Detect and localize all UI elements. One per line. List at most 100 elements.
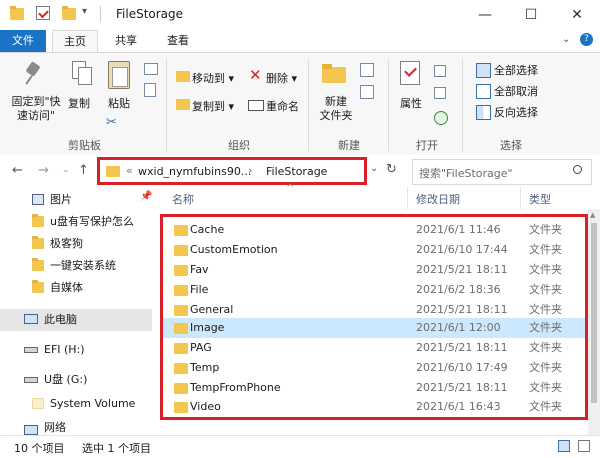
search-box[interactable]: 搜索"FileStorage" [412,159,592,185]
title-bar: ▾ FileStorage — ☐ ✕ [0,0,600,30]
cut-icon[interactable]: ✂ [106,115,117,130]
copy-button[interactable]: 复制 [68,95,90,111]
nav-item-folder[interactable]: 自媒体 [0,277,152,299]
table-row[interactable]: Cache 2021/6/1 11:46 文件夹 [160,220,600,240]
path-segment-wxid[interactable]: wxid_nymfubins90... [138,165,251,178]
column-header-date[interactable]: 修改日期 [416,191,460,207]
history-icon[interactable] [434,111,448,125]
address-dropdown-icon[interactable]: ⌄ [370,163,378,174]
nav-item-efi-drive[interactable]: EFI (H:) [0,339,152,361]
up-arrow-icon[interactable]: ↑ [78,163,89,178]
scrollbar-thumb[interactable] [591,223,597,403]
folder-icon [174,305,188,316]
scroll-up-icon[interactable]: ▲ [590,211,595,219]
file-name: Temp [190,361,220,374]
nav-item-usb-drive[interactable]: U盘 (G:) [0,369,152,391]
file-type: 文件夹 [529,263,562,276]
collapse-ribbon-icon[interactable]: ⌄ [562,34,570,45]
file-date: 2021/6/10 17:44 [416,243,508,256]
new-folder-icon[interactable] [62,6,76,20]
maximize-button[interactable]: ☐ [508,0,554,30]
move-to-button[interactable]: 移动到 ▾ [192,70,234,86]
delete-button[interactable]: 删除 ▾ [266,70,297,86]
path-overflow[interactable]: « [126,164,133,177]
file-date: 2021/5/21 18:11 [416,381,508,394]
item-count: 10 个项目 [14,442,65,455]
navigation-pane: 📌 图片 u盘有写保护怎么 极客狗 一键安装系统 自媒体 此电脑 EFI (H:… [0,187,152,435]
table-row[interactable]: Video 2021/6/1 16:43 文件夹 [160,397,600,417]
column-header-name[interactable]: 名称 [172,191,194,207]
invert-selection-button[interactable]: 反向选择 [494,104,538,120]
nav-item-folder[interactable]: 极客狗 [0,233,152,255]
quick-access-dropdown-icon[interactable]: ▾ [82,6,87,17]
ribbon-tabs: 文件 主页 共享 查看 ⌄ ? [0,30,600,53]
large-icons-view-icon[interactable] [578,440,590,452]
nav-item-this-pc[interactable]: 此电脑 [0,309,152,331]
back-arrow-icon[interactable]: ← [12,163,23,178]
folder-icon [174,265,188,276]
paste-button[interactable]: 粘贴 [108,95,130,111]
tab-file[interactable]: 文件 [0,30,46,52]
nav-item-label: EFI (H:) [44,343,85,356]
tab-view[interactable]: 查看 [156,30,200,52]
column-header-type[interactable]: 类型 [529,191,551,207]
refresh-button[interactable]: ↻ [386,162,397,177]
nav-item-folder[interactable]: System Volume [0,393,152,415]
search-input[interactable]: 搜索"FileStorage" [419,165,513,181]
new-item-icon[interactable] [360,63,374,77]
table-row[interactable]: File 2021/6/2 18:36 文件夹 [160,280,600,300]
path-segment-filestorage[interactable]: FileStorage [266,165,327,178]
file-name: TempFromPhone [190,381,281,394]
file-date: 2021/5/21 18:11 [416,341,508,354]
nav-item-label: 自媒体 [50,281,83,294]
file-type: 文件夹 [529,400,562,413]
new-folder-button[interactable]: 新建 文件夹 [318,95,354,123]
open-group-label: 打开 [416,139,438,152]
copy-to-button[interactable]: 复制到 ▾ [192,98,234,114]
table-row[interactable]: Temp 2021/6/10 17:49 文件夹 [160,358,600,378]
help-icon[interactable]: ? [580,33,593,46]
invert-selection-icon [476,105,491,120]
close-button[interactable]: ✕ [554,0,600,30]
table-row[interactable]: CustomEmotion 2021/6/10 17:44 文件夹 [160,240,600,260]
properties-check-icon[interactable] [36,6,50,20]
select-none-button[interactable]: 全部取消 [494,83,538,99]
nav-item-folder[interactable]: 一键安装系统 [0,255,152,277]
tab-home[interactable]: 主页 [52,30,98,53]
file-date: 2021/6/1 11:46 [416,223,501,236]
table-row-selected[interactable]: Image 2021/6/1 12:00 文件夹 [160,318,600,338]
folder-icon [32,236,44,249]
sort-indicator-icon: ^ [286,183,295,194]
copy-path-icon[interactable] [144,63,158,75]
minimize-button[interactable]: — [462,0,508,30]
table-row[interactable]: General 2021/5/21 18:11 文件夹 [160,300,600,320]
paste-shortcut-icon[interactable] [144,83,156,97]
group-separator [308,59,309,151]
address-bar[interactable]: « wxid_nymfubins90... › FileStorage [99,159,367,185]
title-separator [100,6,101,22]
easy-access-icon[interactable] [360,85,374,99]
recent-locations-icon[interactable]: ⌄ [62,165,70,175]
edit-icon[interactable] [434,87,446,99]
file-date: 2021/6/1 12:00 [416,321,501,334]
rename-button[interactable]: 重命名 [266,98,299,114]
search-icon[interactable] [573,165,582,174]
file-name: File [190,283,209,296]
nav-item-folder[interactable]: u盘有写保护怎么 [0,211,152,233]
pin-quick-access-button[interactable]: 固定到"快 速访问" [8,95,64,123]
nav-item-network[interactable]: 网络 [0,419,152,435]
table-row[interactable]: PAG 2021/5/21 18:11 文件夹 [160,338,600,358]
open-icon[interactable] [434,65,446,77]
folder-icon [10,6,24,20]
tab-share[interactable]: 共享 [106,30,146,52]
table-row[interactable]: Fav 2021/5/21 18:11 文件夹 [160,260,600,280]
nav-item-pictures[interactable]: 图片 [0,189,152,211]
details-view-icon[interactable] [558,440,570,452]
nav-item-label: 此电脑 [44,313,77,326]
properties-button[interactable]: 属性 [400,95,422,111]
select-all-button[interactable]: 全部选择 [494,62,538,78]
vertical-scrollbar[interactable]: ▲ [588,209,600,435]
forward-arrow-icon[interactable]: → [38,163,49,178]
table-row[interactable]: TempFromPhone 2021/5/21 18:11 文件夹 [160,378,600,398]
file-type: 文件夹 [529,223,562,236]
